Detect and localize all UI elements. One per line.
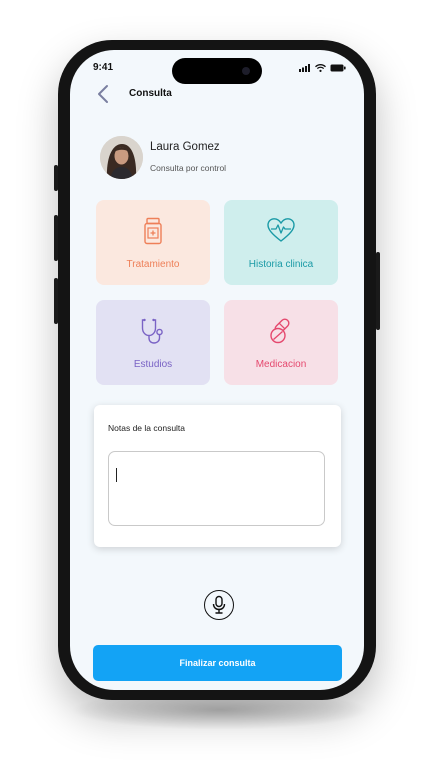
patient-name: Laura Gomez — [150, 141, 220, 153]
signal-icon — [299, 64, 310, 72]
heart-pulse-icon — [267, 218, 295, 242]
medicine-bottle-icon — [144, 217, 162, 245]
tile-medicacion[interactable]: Medicacion — [224, 300, 338, 385]
status-time: 9:41 — [93, 62, 114, 73]
text-caret — [116, 468, 117, 482]
page-title: Consulta — [129, 88, 172, 99]
status-icons — [299, 64, 346, 72]
avatar — [100, 136, 143, 179]
battery-icon — [330, 64, 346, 72]
notes-title: Notas de la consulta — [108, 423, 186, 433]
notes-textarea[interactable] — [108, 451, 325, 526]
back-arrow-icon[interactable] — [96, 84, 110, 104]
notes-card: Notas de la consulta — [94, 405, 341, 547]
tile-label: Historia clinica — [248, 259, 314, 270]
microphone-icon — [212, 595, 226, 614]
mute-switch — [54, 165, 58, 191]
microphone-button[interactable] — [204, 590, 234, 620]
stethoscope-icon — [141, 318, 163, 344]
tile-tratamiento[interactable]: Tratamiento — [96, 200, 210, 285]
wifi-icon — [315, 64, 326, 72]
consultation-type: Consulta por control — [150, 163, 227, 173]
tile-label: Tratamiento — [126, 259, 180, 270]
volume-up-button — [54, 215, 58, 261]
tile-historia-clinica[interactable]: Historia clinica — [224, 200, 338, 285]
tile-label: Medicacion — [255, 359, 307, 370]
pills-icon — [270, 318, 290, 344]
app-header: Consulta — [70, 78, 364, 108]
tile-label: Estudios — [133, 359, 173, 370]
camera-icon — [242, 67, 250, 75]
tile-estudios[interactable]: Estudios — [96, 300, 210, 385]
volume-down-button — [54, 278, 58, 324]
power-button — [376, 252, 380, 330]
finish-consultation-button[interactable]: Finalizar consulta — [93, 645, 342, 681]
avatar-photo — [100, 136, 143, 179]
app-screen: 9:41 Consulta Laura Gomez Consulta por c… — [70, 50, 364, 690]
